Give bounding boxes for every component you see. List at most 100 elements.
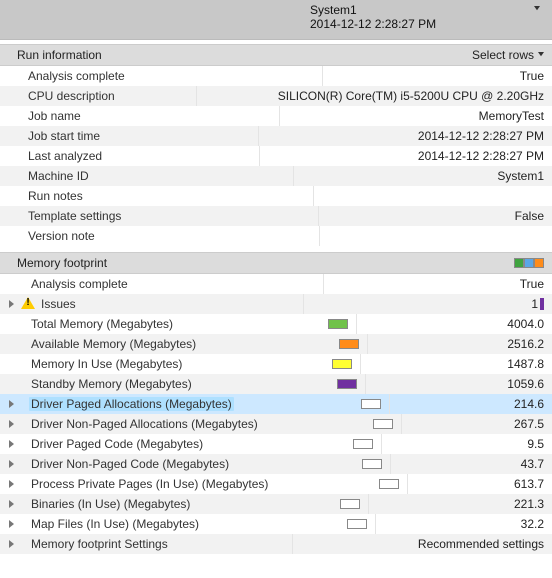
- row-value: 32.2: [521, 517, 544, 531]
- table-row[interactable]: Analysis complete True: [0, 274, 552, 294]
- row-value: 2014-12-12 2:28:27 PM: [418, 129, 544, 143]
- table-row[interactable]: Template settings False: [0, 206, 552, 226]
- color-swatch: [362, 459, 382, 469]
- row-label: Job name: [26, 109, 81, 123]
- color-swatch: [328, 319, 348, 329]
- warning-icon: [21, 297, 35, 311]
- color-swatch: [340, 499, 360, 509]
- expand-icon[interactable]: [8, 400, 17, 409]
- header-timestamp: 2014-12-12 2:28:27 PM: [310, 17, 544, 31]
- column-header-bar[interactable]: System1 2014-12-12 2:28:27 PM: [0, 0, 552, 40]
- color-swatch: [332, 359, 352, 369]
- expand-icon[interactable]: [8, 480, 17, 489]
- row-value: 1059.6: [507, 377, 544, 391]
- row-value: True: [520, 69, 544, 83]
- row-label: Process Private Pages (In Use) (Megabyte…: [29, 477, 268, 491]
- table-row[interactable]: Binaries (In Use) (Megabytes) 221.3: [0, 494, 552, 514]
- row-label: Memory footprint Settings: [29, 537, 168, 551]
- row-label: Available Memory (Megabytes): [29, 337, 196, 351]
- row-label: Analysis complete: [29, 277, 128, 291]
- color-swatch: [347, 519, 367, 529]
- row-value: MemoryTest: [479, 109, 544, 123]
- row-value: System1: [497, 169, 544, 183]
- row-value: True: [520, 277, 544, 291]
- table-row[interactable]: Driver Paged Allocations (Megabytes) 214.…: [0, 394, 552, 414]
- table-row[interactable]: Process Private Pages (In Use) (Megabyte…: [0, 474, 552, 494]
- row-label: Total Memory (Megabytes): [29, 317, 173, 331]
- table-row[interactable]: Map Files (In Use) (Megabytes) 32.2: [0, 514, 552, 534]
- row-label: Driver Non-Paged Code (Megabytes): [29, 457, 229, 471]
- row-label: Run notes: [26, 189, 83, 203]
- row-label: Driver Non-Paged Allocations (Megabytes): [29, 417, 258, 431]
- row-label: Last analyzed: [26, 149, 102, 163]
- color-swatch: [339, 339, 359, 349]
- row-value: 1: [531, 297, 538, 311]
- row-value: 9.5: [527, 437, 544, 451]
- row-value: Recommended settings: [418, 537, 544, 551]
- run-information-rows: Analysis complete True CPU description SILI…: [0, 66, 552, 246]
- row-value: SILICON(R) Core(TM) i5-5200U CPU @ 2.20G…: [278, 89, 544, 103]
- table-row[interactable]: Driver Paged Code (Megabytes) 9.5: [0, 434, 552, 454]
- row-value: 1487.8: [507, 357, 544, 371]
- table-row[interactable]: CPU description SILICON(R) Core(TM) i5-52…: [0, 86, 552, 106]
- row-label: Binaries (In Use) (Megabytes): [29, 497, 190, 511]
- row-value: 2014-12-12 2:28:27 PM: [418, 149, 544, 163]
- memory-footprint-header-swatches: [514, 258, 544, 268]
- section-header-run-information[interactable]: Run information Select rows: [0, 44, 552, 66]
- table-row[interactable]: Job name MemoryTest: [0, 106, 552, 126]
- section-header-memory-footprint[interactable]: Memory footprint: [0, 252, 552, 274]
- expand-icon[interactable]: [8, 300, 17, 309]
- row-label: CPU description: [26, 89, 115, 103]
- color-swatch: [361, 399, 381, 409]
- row-label: Issues: [39, 297, 76, 311]
- table-row[interactable]: Job start time 2014-12-12 2:28:27 PM: [0, 126, 552, 146]
- table-row[interactable]: Total Memory (Megabytes) 4004.0: [0, 314, 552, 334]
- expand-icon[interactable]: [8, 420, 17, 429]
- section-title: Run information: [17, 48, 102, 62]
- color-swatch: [337, 379, 357, 389]
- table-row[interactable]: Analysis complete True: [0, 66, 552, 86]
- table-row[interactable]: Memory In Use (Megabytes) 1487.8: [0, 354, 552, 374]
- row-label: Map Files (In Use) (Megabytes): [29, 517, 199, 531]
- expand-icon[interactable]: [8, 540, 17, 549]
- table-row[interactable]: Memory footprint Settings Recommended set…: [0, 534, 552, 554]
- row-label: Template settings: [26, 209, 121, 223]
- section-title: Memory footprint: [17, 256, 107, 270]
- row-value: False: [515, 209, 544, 223]
- row-value: 4004.0: [507, 317, 544, 331]
- memory-footprint-rows: Analysis complete True Issues 1 Total Memory…: [0, 274, 552, 554]
- color-swatch: [373, 419, 393, 429]
- table-row[interactable]: Machine ID System1: [0, 166, 552, 186]
- table-row[interactable]: Last analyzed 2014-12-12 2:28:27 PM: [0, 146, 552, 166]
- row-label: Version note: [26, 229, 95, 243]
- row-label: Memory In Use (Megabytes): [29, 357, 182, 371]
- row-label: Standby Memory (Megabytes): [29, 377, 192, 391]
- row-label: Driver Paged Allocations (Megabytes): [29, 397, 234, 411]
- table-row[interactable]: Driver Non-Paged Allocations (Megabytes)…: [0, 414, 552, 434]
- expand-icon[interactable]: [8, 520, 17, 529]
- expand-icon[interactable]: [8, 460, 17, 469]
- table-row[interactable]: Standby Memory (Megabytes) 1059.6: [0, 374, 552, 394]
- header-system-name: System1: [310, 3, 544, 17]
- row-value: 613.7: [514, 477, 544, 491]
- select-rows-button[interactable]: Select rows: [472, 48, 536, 62]
- table-row[interactable]: Driver Non-Paged Code (Megabytes) 43.7: [0, 454, 552, 474]
- table-row[interactable]: Version note: [0, 226, 552, 246]
- color-swatch: [353, 439, 373, 449]
- row-label: Job start time: [26, 129, 100, 143]
- table-row[interactable]: Available Memory (Megabytes)2516.2: [0, 334, 552, 354]
- table-row[interactable]: Run notes: [0, 186, 552, 206]
- row-label: Analysis complete: [26, 69, 125, 83]
- expand-icon[interactable]: [8, 440, 17, 449]
- row-label: Driver Paged Code (Megabytes): [29, 437, 203, 451]
- chevron-down-icon[interactable]: [538, 52, 544, 58]
- value-color-tag: [540, 298, 544, 310]
- row-value: 221.3: [514, 497, 544, 511]
- row-value: 43.7: [521, 457, 544, 471]
- table-row[interactable]: Issues 1: [0, 294, 552, 314]
- expand-icon[interactable]: [8, 500, 17, 509]
- row-value: 267.5: [514, 417, 544, 431]
- row-label: Machine ID: [26, 169, 89, 183]
- row-value: 214.6: [514, 397, 544, 411]
- color-swatch: [379, 479, 399, 489]
